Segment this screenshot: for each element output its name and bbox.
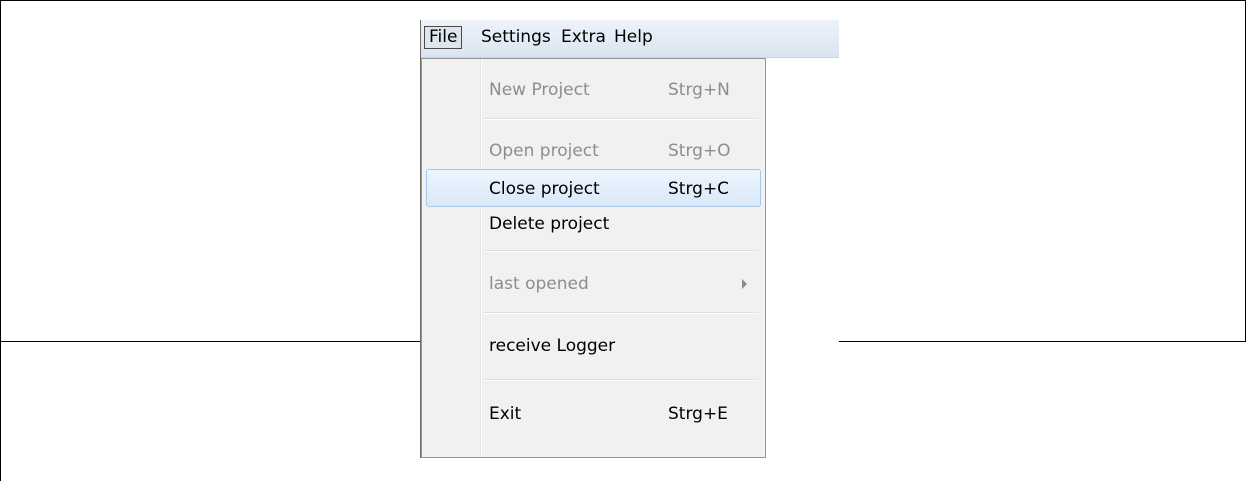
menu-item-exit[interactable]: Exit Strg+E [426,395,761,433]
menu-item-label: receive Logger [489,336,616,356]
menu-help[interactable]: Help [610,26,657,49]
file-dropdown-menu: New Project Strg+N Open project Strg+O C… [421,58,766,458]
figure-border-left [0,0,1,481]
menu-item-label: Exit [489,404,522,424]
menu-item-shortcut: Strg+O [668,141,731,161]
menu-item-close-project[interactable]: Close project Strg+C [426,169,761,207]
menu-item-label: Delete project [489,214,610,234]
menu-separator [484,312,758,314]
menu-item-receive-logger[interactable]: receive Logger [426,327,761,365]
application-window: File Settings Extra Help New Project Str… [420,20,839,458]
menu-separator [484,250,758,252]
menu-settings[interactable]: Settings [477,26,555,49]
menu-item-label: Close project [489,179,600,199]
chevron-right-icon [742,279,747,289]
menu-item-shortcut: Strg+C [668,179,730,199]
menu-item-label: Open project [489,141,599,161]
menu-separator [484,118,758,120]
menu-file[interactable]: File [424,26,463,49]
menu-item-label: New Project [489,80,590,100]
figure-border-top [0,0,1246,1]
menu-item-new-project[interactable]: New Project Strg+N [426,71,761,109]
menu-separator [484,379,758,381]
menu-item-delete-project[interactable]: Delete project [426,205,761,243]
menu-item-shortcut: Strg+E [668,404,728,424]
menu-item-open-project[interactable]: Open project Strg+O [426,132,761,170]
menu-extra[interactable]: Extra [557,26,610,49]
menu-item-last-opened[interactable]: last opened [426,265,761,303]
menubar: File Settings Extra Help [421,20,839,58]
menu-item-shortcut: Strg+N [668,80,730,100]
menu-item-label: last opened [489,274,589,294]
